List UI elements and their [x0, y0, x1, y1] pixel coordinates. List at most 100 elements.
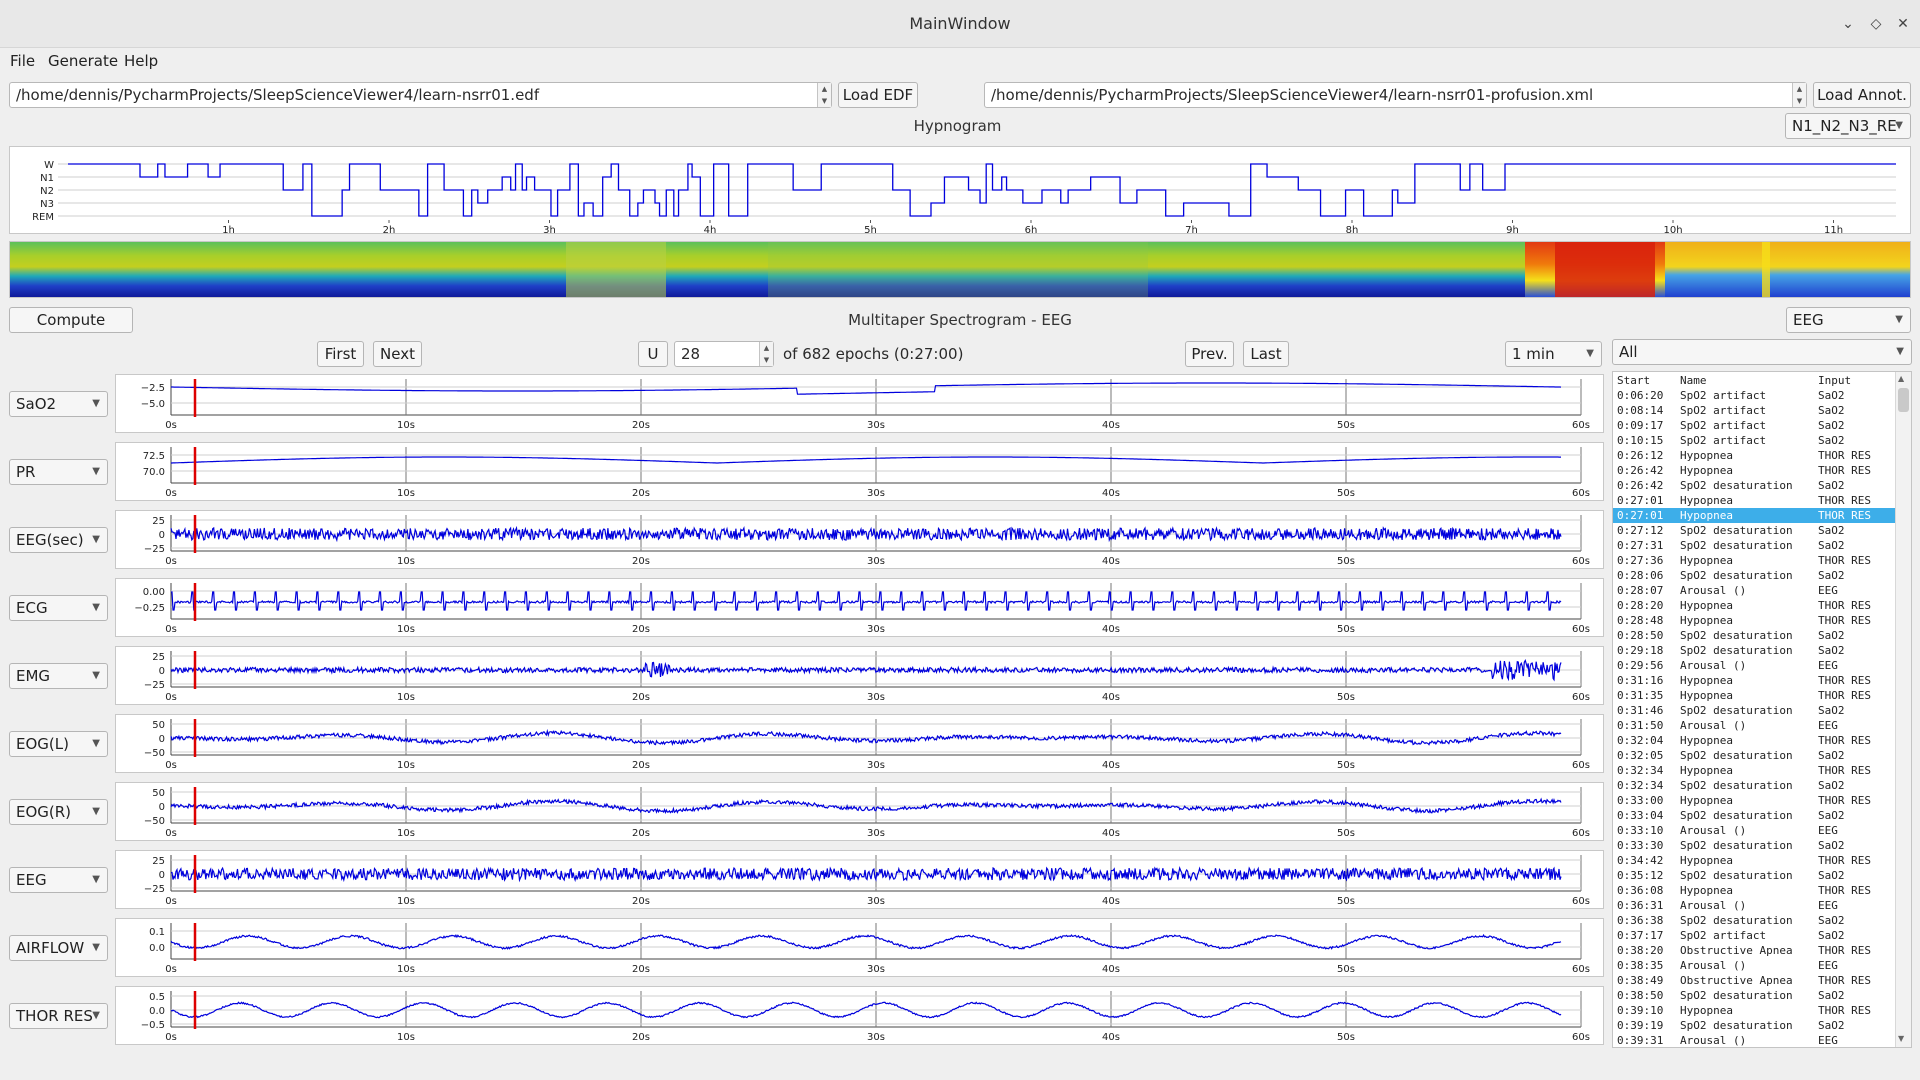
next-epoch-button[interactable]: Next: [373, 341, 422, 367]
annotation-row[interactable]: 0:29:56 Arousal () EEG: [1613, 658, 1895, 673]
annotation-filter-select[interactable]: All ▼: [1612, 339, 1912, 365]
spectrogram-signal-select[interactable]: EEG ▼: [1786, 307, 1911, 333]
update-button[interactable]: U: [638, 341, 668, 367]
signal-select-4[interactable]: EMG ▼: [9, 663, 108, 689]
signal-select-5[interactable]: EOG(L) ▼: [9, 731, 108, 757]
window-size-select[interactable]: 1 min ▼: [1505, 341, 1602, 367]
annotation-row[interactable]: 0:33:00 Hypopnea THOR RES: [1613, 793, 1895, 808]
annotation-row[interactable]: 0:39:10 Hypopnea THOR RES: [1613, 1003, 1895, 1018]
annotation-row[interactable]: 0:28:48 Hypopnea THOR RES: [1613, 613, 1895, 628]
annotation-row[interactable]: 0:33:30 SpO2 desaturation SaO2: [1613, 838, 1895, 853]
epoch-spinner[interactable]: ▲ ▼: [759, 342, 773, 366]
edf-path-input[interactable]: /home/dennis/PycharmProjects/SleepScienc…: [9, 82, 832, 108]
signal-plot-panel[interactable]: 0s 10s 20s 30s 40s 50s 60s 0.00 −0.25: [115, 578, 1604, 637]
scroll-up-icon[interactable]: ▲: [1898, 374, 1909, 383]
annotation-row[interactable]: 0:06:20 SpO2 artifact SaO2: [1613, 388, 1895, 403]
annotation-row[interactable]: 0:28:50 SpO2 desaturation SaO2: [1613, 628, 1895, 643]
annotation-input: THOR RES: [1818, 734, 1871, 747]
annotation-path-spinner[interactable]: ▲ ▼: [1792, 83, 1806, 107]
time-label: 50s: [1337, 896, 1355, 907]
annotation-row[interactable]: 0:29:18 SpO2 desaturation SaO2: [1613, 643, 1895, 658]
menu-generate[interactable]: Generate: [48, 52, 118, 70]
annotation-row[interactable]: 0:38:49 Obstructive Apnea THOR RES: [1613, 973, 1895, 988]
annotation-row[interactable]: 0:32:04 Hypopnea THOR RES: [1613, 733, 1895, 748]
annotation-row[interactable]: 0:26:12 Hypopnea THOR RES: [1613, 448, 1895, 463]
signal-plot-panel[interactable]: 0s 10s 20s 30s 40s 50s 60s 0.5 0.0 −0.5: [115, 986, 1604, 1045]
annotation-row[interactable]: 0:26:42 SpO2 desaturation SaO2: [1613, 478, 1895, 493]
signal-plot-panel[interactable]: 0s 10s 20s 30s 40s 50s 60s 0.1 0.0: [115, 918, 1604, 977]
annotation-row[interactable]: 0:10:15 SpO2 artifact SaO2: [1613, 433, 1895, 448]
annotation-row[interactable]: 0:39:19 SpO2 desaturation SaO2: [1613, 1018, 1895, 1033]
edf-path-spinner[interactable]: ▲ ▼: [817, 83, 831, 107]
annotation-row[interactable]: 0:27:36 Hypopnea THOR RES: [1613, 553, 1895, 568]
scroll-down-icon[interactable]: ▼: [1898, 1034, 1909, 1043]
annotation-row[interactable]: 0:36:08 Hypopnea THOR RES: [1613, 883, 1895, 898]
annotation-row[interactable]: 0:31:16 Hypopnea THOR RES: [1613, 673, 1895, 688]
signal-select-3[interactable]: ECG ▼: [9, 595, 108, 621]
annotation-row[interactable]: 0:27:01 Hypopnea THOR RES: [1613, 508, 1895, 523]
annotation-row[interactable]: 0:31:50 Arousal () EEG: [1613, 718, 1895, 733]
signal-plot-panel[interactable]: 0s 10s 20s 30s 40s 50s 60s 25 0 −25: [115, 510, 1604, 569]
annotation-row[interactable]: 0:39:31 Arousal () EEG: [1613, 1033, 1895, 1047]
signal-plot-panel[interactable]: 0s 10s 20s 30s 40s 50s 60s −2.5 −5.0: [115, 374, 1604, 433]
annotation-row[interactable]: 0:09:17 SpO2 artifact SaO2: [1613, 418, 1895, 433]
annotation-input: SaO2: [1818, 644, 1845, 657]
annotation-row[interactable]: 0:26:42 Hypopnea THOR RES: [1613, 463, 1895, 478]
maximize-button[interactable]: ◇: [1866, 14, 1886, 34]
first-epoch-button[interactable]: First: [317, 341, 364, 367]
annotation-row[interactable]: 0:32:34 Hypopnea THOR RES: [1613, 763, 1895, 778]
annotation-row[interactable]: 0:28:06 SpO2 desaturation SaO2: [1613, 568, 1895, 583]
annotation-row[interactable]: 0:28:07 Arousal () EEG: [1613, 583, 1895, 598]
annotation-row[interactable]: 0:38:20 Obstructive Apnea THOR RES: [1613, 943, 1895, 958]
close-button[interactable]: ✕: [1893, 14, 1913, 34]
annotation-scrollbar[interactable]: ▲ ▼: [1895, 372, 1911, 1047]
signal-plot-panel[interactable]: 0s 10s 20s 30s 40s 50s 60s 25 0 −25: [115, 850, 1604, 909]
time-label: 50s: [1337, 964, 1355, 975]
load-edf-button[interactable]: Load EDF: [838, 82, 918, 108]
time-label: 20s: [632, 896, 650, 907]
annotation-row[interactable]: 0:37:17 SpO2 artifact SaO2: [1613, 928, 1895, 943]
annotation-row[interactable]: 0:32:34 SpO2 desaturation SaO2: [1613, 778, 1895, 793]
annotation-row[interactable]: 0:34:42 Hypopnea THOR RES: [1613, 853, 1895, 868]
annotation-row[interactable]: 0:27:12 SpO2 desaturation SaO2: [1613, 523, 1895, 538]
annotation-row[interactable]: 0:28:20 Hypopnea THOR RES: [1613, 598, 1895, 613]
signal-plot-panel[interactable]: 0s 10s 20s 30s 40s 50s 60s 25 0 −25: [115, 646, 1604, 705]
annotation-path-input[interactable]: /home/dennis/PycharmProjects/SleepScienc…: [984, 82, 1807, 108]
signal-select-8[interactable]: AIRFLOW ▼: [9, 935, 108, 961]
signal-select-6[interactable]: EOG(R) ▼: [9, 799, 108, 825]
annotation-row[interactable]: 0:35:12 SpO2 desaturation SaO2: [1613, 868, 1895, 883]
signal-select-1[interactable]: PR ▼: [9, 459, 108, 485]
annotation-row[interactable]: 0:31:35 Hypopnea THOR RES: [1613, 688, 1895, 703]
annotation-row[interactable]: 0:08:14 SpO2 artifact SaO2: [1613, 403, 1895, 418]
hypnogram-panel[interactable]: W N1 N2 N3 REM 1h 2h 3h 4h 5h 6h 7h 8h 9h 10h 11h: [9, 146, 1911, 236]
annotation-table[interactable]: Start Name Input 0:06:20 SpO2 artifact SaO…: [1612, 371, 1912, 1048]
annotation-row[interactable]: 0:36:31 Arousal () EEG: [1613, 898, 1895, 913]
annotation-row[interactable]: 0:31:46 SpO2 desaturation SaO2: [1613, 703, 1895, 718]
annotation-row[interactable]: 0:38:35 Arousal () EEG: [1613, 958, 1895, 973]
annotation-row[interactable]: 0:33:04 SpO2 desaturation SaO2: [1613, 808, 1895, 823]
annotation-row[interactable]: 0:32:05 SpO2 desaturation SaO2: [1613, 748, 1895, 763]
minimize-button[interactable]: ⌄: [1838, 14, 1858, 34]
signal-plot-panel[interactable]: 0s 10s 20s 30s 40s 50s 60s 50 0 −50: [115, 714, 1604, 773]
signal-select-9[interactable]: THOR RES ▼: [9, 1003, 108, 1029]
signal-select-7[interactable]: EEG ▼: [9, 867, 108, 893]
annotation-row[interactable]: 0:27:31 SpO2 desaturation SaO2: [1613, 538, 1895, 553]
annotation-input: THOR RES: [1818, 449, 1871, 462]
signal-select-2[interactable]: EEG(sec) ▼: [9, 527, 108, 553]
annotation-row[interactable]: 0:38:50 SpO2 desaturation SaO2: [1613, 988, 1895, 1003]
prev-epoch-button[interactable]: Prev.: [1185, 341, 1234, 367]
stage-select[interactable]: N1_N2_N3_RE ▼: [1785, 113, 1911, 139]
annotation-row[interactable]: 0:27:01 Hypopnea THOR RES: [1613, 493, 1895, 508]
signal-select-0[interactable]: SaO2 ▼: [9, 391, 108, 417]
menu-file[interactable]: File: [10, 52, 35, 70]
time-label: 50s: [1337, 1032, 1355, 1043]
last-epoch-button[interactable]: Last: [1243, 341, 1289, 367]
menu-help[interactable]: Help: [124, 52, 158, 70]
signal-plot-panel[interactable]: 0s 10s 20s 30s 40s 50s 60s 72.5 70.0: [115, 442, 1604, 501]
signal-plot-panel[interactable]: 0s 10s 20s 30s 40s 50s 60s 50 0 −50: [115, 782, 1604, 841]
annotation-row[interactable]: 0:36:38 SpO2 desaturation SaO2: [1613, 913, 1895, 928]
scroll-thumb[interactable]: [1898, 388, 1909, 412]
annotation-row[interactable]: 0:33:10 Arousal () EEG: [1613, 823, 1895, 838]
load-annotation-button[interactable]: Load Annot.: [1813, 82, 1911, 108]
annotation-input: THOR RES: [1818, 764, 1871, 777]
